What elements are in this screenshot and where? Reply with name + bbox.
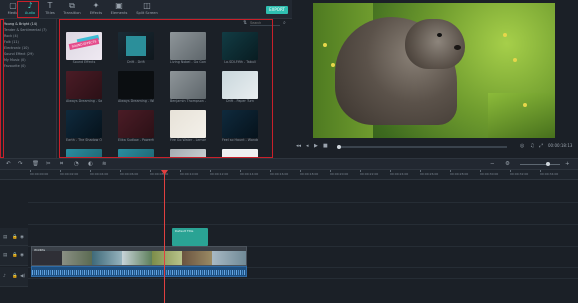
preview-panel: ◂◂ ◂ ▶ ■ ◎ ♫ ⤢ 00:00:18:13 bbox=[292, 0, 578, 158]
ruler-tick: 00:00:14:00 bbox=[240, 170, 259, 176]
undo-icon[interactable]: ↶ bbox=[6, 161, 11, 167]
search-icon[interactable]: ⌕ bbox=[283, 20, 286, 26]
audio-tab-highlight bbox=[17, 1, 39, 18]
elements-icon: ▣ bbox=[115, 1, 123, 10]
speed-icon[interactable]: ◔ bbox=[74, 161, 79, 167]
timeline-ruler[interactable]: 00:00:00:00 00:00:02:00 00:00:04:00 00:0… bbox=[0, 170, 578, 180]
zoom-in-icon[interactable]: + bbox=[565, 161, 570, 167]
video-clip[interactable]: Wildlife bbox=[31, 246, 247, 266]
color-icon[interactable]: ◐ bbox=[88, 161, 93, 167]
category-item[interactable]: Favourite (0) bbox=[0, 63, 56, 69]
tab-transition[interactable]: ⧉ Transition bbox=[60, 1, 84, 18]
step-back-icon[interactable]: ◂ bbox=[306, 143, 309, 149]
track-header-audio: ♪ 🔒 ◀) bbox=[0, 267, 28, 287]
video-preview[interactable] bbox=[313, 3, 555, 138]
ruler-tick: 00:00:04:00 bbox=[90, 170, 109, 176]
cut-icon[interactable]: ✂ bbox=[46, 161, 51, 167]
library-highlight bbox=[59, 19, 273, 158]
volume-icon[interactable]: ♫ bbox=[530, 143, 534, 149]
ruler-tick: 00:00:06:00 bbox=[120, 170, 139, 176]
scrubber-handle[interactable] bbox=[337, 145, 341, 149]
tab-effects-label: Effects bbox=[89, 11, 103, 15]
ruler-tick: 00:00:02:00 bbox=[60, 170, 79, 176]
audio-category-list: Young & Bright (14) Tender & Sentimental… bbox=[0, 19, 57, 158]
track-header-video: ▤ 🔒 ◉ bbox=[0, 246, 28, 266]
play-icon[interactable]: ▶ bbox=[314, 143, 318, 149]
ruler-tick: 00:00:16:00 bbox=[270, 170, 289, 176]
stop-icon[interactable]: ■ bbox=[323, 143, 328, 149]
track-number-icon: ▤ bbox=[3, 235, 8, 240]
lock-icon[interactable]: 🔒 bbox=[12, 274, 18, 279]
audio-waveform bbox=[32, 270, 246, 275]
eye-icon[interactable]: ◉ bbox=[20, 253, 24, 258]
settings-icon[interactable]: ⚙ bbox=[505, 161, 510, 167]
tab-split-screen-label: Split Screen bbox=[136, 11, 158, 15]
export-button[interactable]: EXPORT bbox=[266, 6, 288, 14]
tab-elements-label: Elements bbox=[110, 11, 128, 15]
zoom-out-icon[interactable]: − bbox=[490, 161, 495, 167]
ruler-tick: 00:00:18:00 bbox=[300, 170, 319, 176]
title-clip-label: Default Title bbox=[175, 229, 194, 233]
snapshot-icon[interactable]: ◎ bbox=[520, 143, 524, 149]
ruler-tick: 00:00:10:00 bbox=[180, 170, 199, 176]
playhead[interactable] bbox=[164, 170, 165, 303]
preview-scrubber[interactable] bbox=[337, 145, 507, 149]
split-screen-icon: ◫ bbox=[143, 1, 151, 10]
ruler-tick: 00:00:00:00 bbox=[30, 170, 49, 176]
previous-frame-icon[interactable]: ◂◂ bbox=[296, 143, 301, 149]
crop-icon[interactable]: ⌗ bbox=[60, 161, 63, 168]
delete-icon[interactable]: 🗑 bbox=[32, 161, 39, 167]
ruler-tick: 00:00:24:00 bbox=[390, 170, 409, 176]
speaker-icon[interactable]: ◀) bbox=[20, 274, 25, 279]
ruler-tick: 00:00:32:00 bbox=[510, 170, 529, 176]
track-header-title: ▤ 🔒 ◉ bbox=[0, 228, 28, 246]
ruler-tick: 00:00:28:00 bbox=[450, 170, 469, 176]
preview-timecode: 00:00:18:13 bbox=[548, 143, 573, 148]
music-note-icon: ♪ bbox=[3, 274, 6, 279]
lock-icon[interactable]: 🔒 bbox=[12, 253, 18, 258]
ruler-tick: 00:00:34:00 bbox=[540, 170, 559, 176]
category-highlight bbox=[0, 19, 4, 158]
ruler-tick: 00:00:30:00 bbox=[480, 170, 499, 176]
ruler-tick: 00:00:20:00 bbox=[330, 170, 349, 176]
redo-icon[interactable]: ↷ bbox=[18, 161, 23, 167]
tab-elements[interactable]: ▣ Elements bbox=[107, 1, 131, 18]
track-number-icon: ▤ bbox=[3, 253, 8, 258]
tab-titles-label: Titles bbox=[45, 11, 55, 15]
tab-effects[interactable]: ✦ Effects bbox=[84, 1, 108, 18]
audio-clip[interactable] bbox=[31, 266, 247, 277]
audio-mixer-icon[interactable]: ≋ bbox=[102, 161, 107, 167]
title-clip[interactable]: Default Title bbox=[172, 228, 208, 246]
tab-split-screen[interactable]: ◫ Split Screen bbox=[133, 1, 161, 18]
transition-icon: ⧉ bbox=[69, 1, 75, 10]
text-icon: T bbox=[47, 1, 53, 10]
video-clip-label: Wildlife bbox=[34, 248, 46, 252]
lock-icon[interactable]: 🔒 bbox=[12, 235, 18, 240]
eye-icon[interactable]: ◉ bbox=[20, 235, 24, 240]
zoom-slider-handle[interactable] bbox=[546, 162, 550, 166]
timeline-tracks: ▤ 🔒 ◉ ▤ 🔒 ◉ ♪ 🔒 ◀) Default Title Wildlif… bbox=[0, 180, 578, 303]
effects-icon: ✦ bbox=[92, 1, 100, 10]
fullscreen-icon[interactable]: ⤢ bbox=[539, 143, 543, 149]
timeline-toolbar: ↶ ↷ 🗑 ✂ ⌗ ◔ ◐ ≋ − ⚙ + bbox=[0, 158, 578, 170]
tab-titles[interactable]: T Titles bbox=[38, 1, 62, 18]
zoom-slider[interactable] bbox=[520, 162, 560, 166]
playback-controls: ◂◂ ◂ ▶ ■ ◎ ♫ ⤢ 00:00:18:13 bbox=[292, 140, 578, 158]
ruler-tick: 00:00:26:00 bbox=[420, 170, 439, 176]
ruler-tick: 00:00:22:00 bbox=[360, 170, 379, 176]
ruler-tick: 00:00:12:00 bbox=[210, 170, 229, 176]
tab-transition-label: Transition bbox=[63, 11, 81, 15]
